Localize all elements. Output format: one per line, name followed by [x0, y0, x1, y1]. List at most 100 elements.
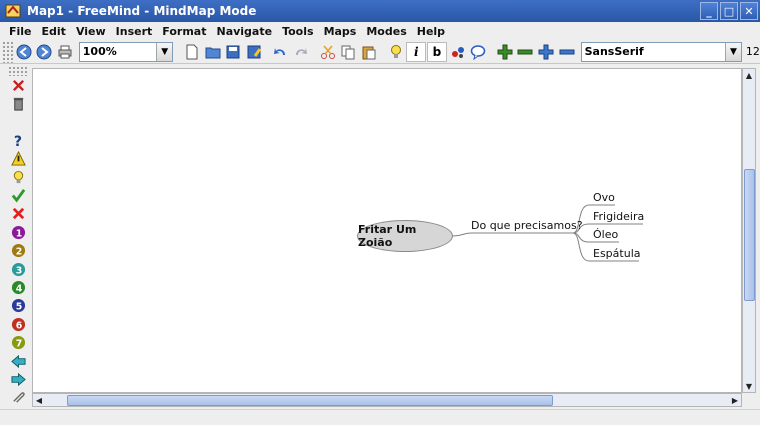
copy-icon — [341, 45, 355, 59]
bold-button[interactable]: b — [427, 41, 447, 62]
print-button[interactable] — [55, 42, 75, 62]
child-node[interactable]: Do que precisamos? — [471, 219, 583, 232]
paste-button[interactable] — [359, 42, 379, 62]
forward-button[interactable] — [34, 42, 54, 62]
save-button[interactable] — [223, 42, 243, 62]
priority-5-button[interactable]: 5 — [8, 297, 28, 315]
note-button[interactable] — [468, 42, 488, 62]
chevron-down-icon[interactable]: ▼ — [724, 42, 741, 61]
menu-maps[interactable]: Maps — [319, 25, 362, 38]
menu-view[interactable]: View — [71, 25, 111, 38]
redo-icon — [296, 47, 308, 55]
minus-blue-icon — [559, 49, 575, 54]
increase-button[interactable] — [495, 42, 515, 62]
zoom-select[interactable]: 100% ▼ — [78, 41, 174, 62]
menu-bar: File Edit View Insert Format Navigate To… — [0, 22, 760, 40]
menu-edit[interactable]: Edit — [37, 25, 71, 38]
main-toolbar: 100% ▼ i b SansSerif ▼ 12 — [0, 40, 760, 64]
redo-button[interactable] — [291, 42, 311, 62]
copy-button[interactable] — [339, 42, 359, 62]
horizontal-scroll-thumb[interactable] — [67, 395, 553, 406]
svg-text:6: 6 — [15, 320, 22, 331]
back-arrow-icon — [16, 44, 32, 59]
vertical-scrollbar[interactable]: ▲ ▼ — [742, 68, 756, 393]
question-button[interactable]: ? — [8, 131, 28, 149]
cut-button[interactable] — [318, 42, 338, 62]
idea-button[interactable] — [386, 42, 406, 62]
ok-icon — [11, 189, 25, 203]
menu-help[interactable]: Help — [412, 25, 450, 38]
menu-insert[interactable]: Insert — [111, 25, 158, 38]
idea-icon — [13, 170, 23, 183]
forward-icon-button[interactable] — [8, 370, 28, 388]
font-size-value[interactable]: 12 — [746, 45, 760, 58]
decrease-blue-button[interactable] — [557, 42, 577, 62]
question-icon: ? — [13, 134, 21, 148]
attach-icon — [12, 392, 25, 404]
save-as-button[interactable] — [244, 42, 264, 62]
minus-green-icon — [517, 49, 533, 54]
svg-text:3: 3 — [15, 265, 22, 276]
menu-file[interactable]: File — [4, 25, 37, 38]
vertical-scroll-thumb[interactable] — [744, 169, 755, 301]
plus-green-icon — [497, 44, 513, 59]
maximize-button[interactable]: □ — [720, 2, 738, 20]
mindmap-canvas[interactable]: Fritar Um Zoião Do que precisamos? Ovo F… — [32, 68, 742, 393]
menu-navigate[interactable]: Navigate — [211, 25, 277, 38]
plus-blue-icon — [538, 44, 554, 59]
scroll-left-icon[interactable]: ◀ — [33, 394, 45, 406]
priority-3-button[interactable]: 3 — [8, 260, 28, 278]
root-node[interactable]: Fritar Um Zoião — [357, 220, 453, 252]
priority-1-icon: 1 — [11, 225, 25, 239]
close-button[interactable]: ✕ — [740, 2, 758, 20]
ok-button[interactable] — [8, 186, 28, 204]
scroll-up-icon[interactable]: ▲ — [743, 69, 755, 81]
idea-icon-button[interactable] — [8, 168, 28, 186]
back-button[interactable] — [14, 42, 34, 62]
new-map-button[interactable] — [182, 42, 202, 62]
priority-4-button[interactable]: 4 — [8, 278, 28, 296]
leaf-node[interactable]: Frigideira — [593, 210, 644, 223]
back-icon-button[interactable] — [8, 352, 28, 370]
horizontal-scrollbar[interactable]: ◀ ▶ — [32, 393, 742, 407]
priority-7-button[interactable]: 7 — [8, 333, 28, 351]
icon-toolbar: ? 1 2 3 4 5 6 7 — [8, 66, 30, 411]
chevron-down-icon[interactable]: ▼ — [156, 42, 173, 61]
attach-button[interactable] — [8, 389, 28, 407]
font-family-select[interactable]: SansSerif ▼ — [580, 41, 742, 62]
menu-tools[interactable]: Tools — [277, 25, 318, 38]
back-icon — [10, 354, 26, 368]
status-bar — [0, 409, 760, 425]
scroll-right-icon[interactable]: ▶ — [729, 394, 741, 406]
toolbar-grip[interactable] — [8, 66, 28, 76]
priority-4-icon: 4 — [11, 280, 25, 294]
toolbar-grip[interactable] — [2, 40, 14, 63]
node-color-icon — [451, 46, 464, 58]
priority-1-button[interactable]: 1 — [8, 223, 28, 241]
edge-root-to-child — [452, 232, 573, 237]
forward-arrow-icon — [36, 44, 52, 59]
remove-first-icon-button[interactable] — [8, 76, 28, 94]
increase-blue-button[interactable] — [536, 42, 556, 62]
remove-all-icons-button[interactable] — [8, 94, 28, 112]
undo-button[interactable] — [271, 42, 291, 62]
warning-button[interactable] — [8, 150, 28, 168]
priority-2-icon: 2 — [11, 244, 25, 257]
open-button[interactable] — [203, 42, 223, 62]
scissors-icon — [320, 45, 335, 59]
leaf-node[interactable]: Ovo — [593, 191, 615, 204]
menu-modes[interactable]: Modes — [361, 25, 411, 38]
priority-2-button[interactable]: 2 — [8, 242, 28, 260]
svg-text:5: 5 — [15, 302, 22, 313]
cloud-button[interactable] — [448, 42, 468, 62]
priority-6-button[interactable]: 6 — [8, 315, 28, 333]
leaf-node[interactable]: Espátula — [593, 247, 641, 260]
decrease-button[interactable] — [516, 42, 536, 62]
minimize-button[interactable]: _ — [700, 2, 718, 20]
menu-format[interactable]: Format — [157, 25, 211, 38]
italic-button[interactable]: i — [406, 41, 427, 62]
not-ok-button[interactable] — [8, 205, 28, 223]
trash-icon — [13, 97, 23, 111]
scroll-down-icon[interactable]: ▼ — [743, 380, 755, 392]
leaf-node[interactable]: Óleo — [593, 228, 618, 241]
